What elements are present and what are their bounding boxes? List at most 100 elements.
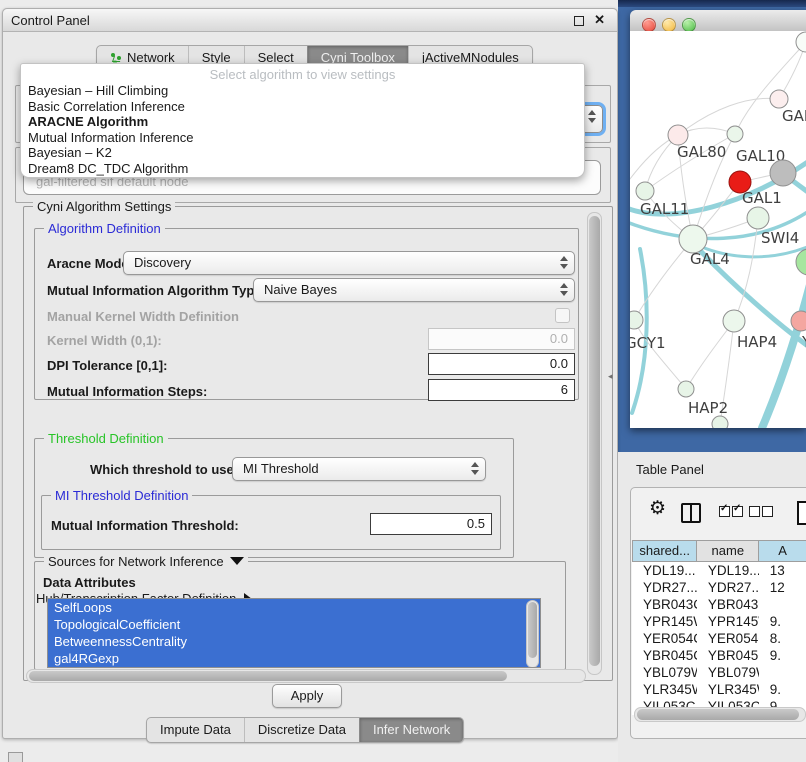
table-row[interactable]: YER054CYER054C8.: [632, 630, 806, 647]
table-cell: YDR27...: [697, 579, 759, 596]
network-node[interactable]: [796, 249, 806, 275]
attribute-list-item[interactable]: SelfLoops: [48, 599, 540, 616]
network-node[interactable]: [712, 416, 728, 428]
settings-horizontal-scrollbar[interactable]: [26, 669, 586, 683]
network-node-y[interactable]: [791, 311, 806, 331]
data-attributes-list[interactable]: SelfLoopsTopologicalCoefficientBetweenne…: [47, 598, 541, 668]
table-horizontal-scrollbar[interactable]: [634, 707, 806, 722]
float-window-icon[interactable]: [574, 16, 584, 26]
bottom-tab-infer-network[interactable]: Infer Network: [359, 718, 463, 742]
table-cell: YLR345W: [697, 681, 759, 698]
attribute-list-item[interactable]: BetweennessCentrality: [48, 633, 540, 650]
table-body: YDL19...YDL19...13YDR27...YDR27...12YBR0…: [632, 562, 806, 715]
network-node-gcy1[interactable]: [630, 311, 643, 329]
scrollbar-thumb[interactable]: [589, 216, 600, 666]
mi-type-combo[interactable]: Naive Bayes: [253, 278, 575, 302]
network-window-titlebar[interactable]: [630, 10, 806, 32]
table-cell: YDL19...: [697, 562, 759, 579]
dropdown-item[interactable]: ARACNE Algorithm: [21, 114, 584, 130]
mi-type-value: Naive Bayes: [264, 282, 337, 297]
table-row[interactable]: YLR345WYLR345W9.: [632, 681, 806, 698]
algorithm-definition-group: Algorithm Definition Aracne Mode: Discov…: [34, 228, 579, 400]
sources-group-title[interactable]: Sources for Network Inference: [44, 554, 248, 569]
kernel-width-field[interactable]: 0.0: [428, 328, 575, 350]
dropdown-item[interactable]: Dream8 DC_TDC Algorithm: [21, 161, 584, 177]
table-row[interactable]: YPR145WYPR145W9.: [632, 613, 806, 630]
table-cell: YBR043C: [697, 596, 759, 613]
apply-button[interactable]: Apply: [272, 684, 342, 708]
network-node[interactable]: [796, 32, 806, 52]
network-node-gal10[interactable]: [727, 126, 743, 142]
table-row[interactable]: YBR045CYBR045C9.: [632, 647, 806, 664]
sources-group: Sources for Network Inference Data Attri…: [34, 561, 566, 670]
desktop-top-edge: [618, 0, 806, 7]
network-node-swi4[interactable]: [747, 207, 769, 229]
node-label: GAL4: [690, 250, 730, 268]
attribute-list-item[interactable]: gal4RGexp: [48, 650, 540, 667]
network-node-hap4[interactable]: [723, 310, 745, 332]
mi-steps-field[interactable]: 6: [428, 379, 575, 401]
columns-icon[interactable]: [681, 503, 701, 523]
table-row[interactable]: YBR043CYBR043C: [632, 596, 806, 613]
mi-threshold-group: MI Threshold Definition Mutual Informati…: [41, 495, 501, 550]
deselect-all-checkbox-icon[interactable]: [762, 506, 773, 517]
gear-icon[interactable]: ⚙: [649, 497, 666, 520]
table-cell: YER054C: [632, 630, 697, 647]
dpi-tolerance-field[interactable]: 0.0: [428, 353, 575, 375]
scrollbar-thumb[interactable]: [29, 671, 507, 681]
mi-threshold-label: Mutual Information Threshold:: [51, 518, 239, 533]
control-panel-title: Control Panel: [11, 13, 90, 28]
table-cell: 13: [759, 562, 806, 579]
network-node-gal4[interactable]: [679, 225, 707, 253]
dropdown-item[interactable]: Basic Correlation Inference: [21, 99, 584, 115]
network-node-gal[interactable]: [770, 90, 788, 108]
collapse-down-icon: [230, 557, 244, 565]
resize-grip-icon[interactable]: [8, 752, 23, 762]
bottom-tab-label: Impute Data: [160, 722, 231, 737]
table-cell: YBR045C: [697, 647, 759, 664]
column-header[interactable]: shared...: [632, 540, 697, 562]
select-all-checkbox-icon[interactable]: [732, 506, 743, 517]
attributes-scrollbar[interactable]: [526, 600, 539, 668]
network-node[interactable]: [770, 160, 796, 186]
mi-threshold-field[interactable]: 0.5: [370, 513, 492, 535]
attribute-list-item[interactable]: TopologicalCoefficient: [48, 616, 540, 633]
split-pane-handle[interactable]: ◂: [608, 371, 613, 382]
scrollbar-thumb[interactable]: [637, 709, 799, 720]
scrollbar-thumb[interactable]: [528, 602, 537, 658]
bottom-tab-impute-data[interactable]: Impute Data: [147, 718, 244, 742]
bottom-tab-discretize-data[interactable]: Discretize Data: [244, 718, 359, 742]
select-all-checkbox-icon[interactable]: [719, 506, 730, 517]
new-table-icon[interactable]: [797, 501, 806, 525]
network-node-hap2[interactable]: [678, 381, 694, 397]
chevron-updown-icon: [471, 462, 478, 475]
table-cell: YBL079W: [632, 664, 697, 681]
group-title: MI Threshold Definition: [51, 488, 192, 503]
column-header[interactable]: name: [697, 540, 759, 562]
minimize-traffic-light[interactable]: [662, 18, 676, 32]
network-node-gal11[interactable]: [636, 182, 654, 200]
node-label: HAP4: [737, 333, 777, 351]
control-panel-titlebar[interactable]: Control Panel ✕: [3, 9, 617, 32]
which-threshold-label: Which threshold to use:: [90, 462, 238, 477]
cyni-algorithm-settings-group: Cyni Algorithm Settings Algorithm Defini…: [23, 206, 613, 681]
close-traffic-light[interactable]: [642, 18, 656, 32]
manual-kernel-checkbox[interactable]: [555, 308, 570, 323]
zoom-traffic-light[interactable]: [682, 18, 696, 32]
column-header[interactable]: A: [759, 540, 806, 562]
table-row[interactable]: YDR27...YDR27...12: [632, 579, 806, 596]
settings-vertical-scrollbar[interactable]: [587, 212, 602, 675]
dropdown-item[interactable]: Bayesian – K2: [21, 145, 584, 161]
dropdown-item[interactable]: Bayesian – Hill Climbing: [21, 83, 584, 99]
which-threshold-combo[interactable]: MI Threshold: [232, 457, 486, 481]
node-label: SWI4: [761, 229, 799, 247]
table-row[interactable]: YDL19...YDL19...13: [632, 562, 806, 579]
table-row[interactable]: YBL079WYBL079W: [632, 664, 806, 681]
dropdown-item[interactable]: Mutual Information Inference: [21, 130, 584, 146]
close-icon[interactable]: ✕: [594, 12, 605, 28]
bottom-tab-label: Infer Network: [373, 722, 450, 737]
deselect-all-checkbox-icon[interactable]: [749, 506, 760, 517]
network-node-gal80[interactable]: [668, 125, 688, 145]
aracne-mode-combo[interactable]: Discovery: [123, 251, 575, 275]
network-canvas[interactable]: GAL80GALGAL10GAL1GAL11SWI4GAL4GCY1HAP4YH…: [630, 31, 806, 428]
